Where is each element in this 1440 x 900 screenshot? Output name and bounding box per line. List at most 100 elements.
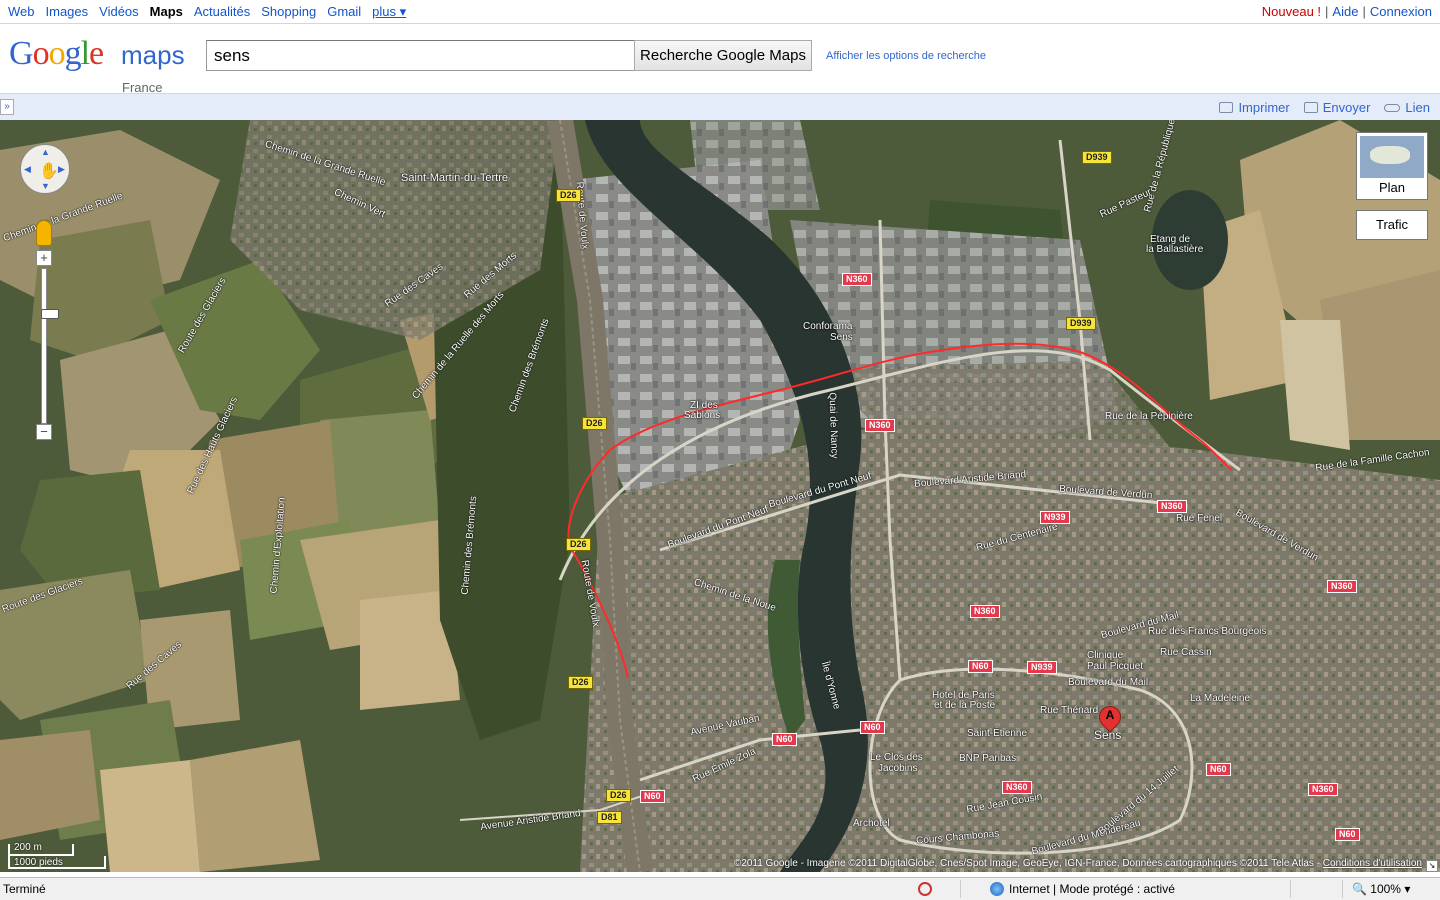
- envelope-icon: [1303, 102, 1318, 113]
- overview-toggle-icon[interactable]: ↘: [1426, 860, 1438, 872]
- place-label-hotel2: et de la Poste: [934, 700, 996, 711]
- nav-more[interactable]: plus ▾: [372, 4, 406, 20]
- zoom-level-button[interactable]: 🔍 100% ▾: [1352, 882, 1410, 896]
- marker-letter: A: [1105, 708, 1115, 722]
- top-nav: Web Images Vidéos Maps Actualités Shoppi…: [0, 0, 1440, 24]
- place-label-ballastiere: la Ballastière: [1146, 244, 1204, 255]
- place-label-paul-picquet: Paul Picquet: [1087, 661, 1144, 672]
- pan-down-icon[interactable]: ▼: [41, 181, 50, 191]
- separator: |: [1325, 4, 1329, 19]
- map-copyright: ©2011 Google - Imagerie ©2011 DigitalGlo…: [734, 858, 1422, 869]
- place-label-archotel: Archotel: [853, 818, 890, 829]
- street-label: Rue de la Pépinière: [1105, 411, 1193, 422]
- search-input[interactable]: sens: [206, 40, 636, 71]
- route-shield-n60: N60: [860, 721, 885, 734]
- street-label: Rue des Francs Bourgeois: [1148, 626, 1267, 637]
- place-label-conforama: Conforama: [803, 321, 853, 332]
- zone-label: Internet | Mode protégé : activé: [1009, 882, 1175, 896]
- copyright-text: ©2011 Google - Imagerie ©2011 DigitalGlo…: [733, 858, 1323, 869]
- nav-images[interactable]: Images: [46, 4, 89, 20]
- nav-web[interactable]: Web: [8, 4, 35, 20]
- zoom-out-button[interactable]: −: [36, 424, 52, 440]
- pan-control[interactable]: ▲ ▼ ◀ ▶ ✋: [20, 144, 70, 194]
- route-shield-n360: N360: [1002, 781, 1032, 794]
- search-button[interactable]: Recherche Google Maps: [634, 40, 812, 71]
- route-shield-d81: D81: [597, 811, 622, 824]
- map-type-label: Plan: [1378, 180, 1406, 195]
- zoom-slider[interactable]: [41, 268, 59, 424]
- route-shield-d26: D26: [606, 789, 631, 802]
- map-type-button[interactable]: Plan: [1356, 132, 1428, 200]
- route-shield-d26: D26: [568, 676, 593, 689]
- browser-status-bar: Terminé Internet | Mode protégé : activé…: [0, 877, 1440, 900]
- collapse-panel-button[interactable]: »: [0, 99, 14, 115]
- place-label-saint-martin: Saint-Martin-du-Tertre: [401, 172, 508, 184]
- zoom-control: + −: [36, 250, 59, 442]
- print-button[interactable]: Imprimer: [1219, 100, 1290, 115]
- place-label-jacobins: Jacobins: [878, 763, 918, 774]
- route-shield-d26: D26: [566, 538, 591, 551]
- pan-right-icon[interactable]: ▶: [58, 164, 65, 175]
- zoom-level: 100%: [1370, 882, 1401, 896]
- street-label: Rue Thénard: [1040, 705, 1099, 716]
- route-shield-n360: N360: [1157, 500, 1187, 513]
- nav-shopping[interactable]: Shopping: [261, 4, 316, 20]
- route-shield-n360: N360: [865, 419, 895, 432]
- result-marker[interactable]: A: [1094, 701, 1126, 734]
- place-label-sablons: Sablons: [684, 410, 721, 421]
- route-shield-n360: N360: [970, 605, 1000, 618]
- privacy-shield-icon[interactable]: [918, 882, 932, 896]
- google-maps-logo[interactable]: Google maps France: [9, 35, 189, 95]
- route-shield-n360: N360: [1308, 783, 1338, 796]
- new-link[interactable]: Nouveau !: [1262, 4, 1321, 19]
- route-shield-n60: N60: [772, 733, 797, 746]
- printer-icon: [1219, 102, 1234, 113]
- pan-left-icon[interactable]: ◀: [24, 164, 31, 175]
- login-link[interactable]: Connexion: [1370, 4, 1432, 19]
- zoom-slider-knob[interactable]: [41, 309, 59, 319]
- place-label-clinique: Clinique: [1087, 650, 1124, 661]
- zoom-in-button[interactable]: +: [36, 250, 52, 266]
- search-options-link[interactable]: Afficher les options de recherche: [826, 50, 986, 62]
- nav-news[interactable]: Actualités: [194, 4, 250, 20]
- send-label: Envoyer: [1322, 100, 1371, 115]
- street-label: Boulevard du Mail: [1068, 677, 1149, 688]
- street-label: Rue Fenel: [1176, 513, 1223, 524]
- place-label-bnp: BNP Paribas: [959, 753, 1017, 764]
- pan-up-icon[interactable]: ▲: [41, 147, 50, 157]
- top-nav-account: Nouveau ! | Aide | Connexion: [1262, 4, 1432, 19]
- header: Google maps France sens Recherche Google…: [0, 25, 1440, 95]
- send-button[interactable]: Envoyer: [1303, 100, 1371, 115]
- google-wordmark: Google: [9, 35, 104, 72]
- nav-videos[interactable]: Vidéos: [99, 4, 139, 20]
- route-shield-d26: D26: [556, 189, 581, 202]
- street-label: Rue Cassin: [1160, 647, 1212, 658]
- chain-link-icon: [1384, 103, 1401, 112]
- map-scale: 200 m 1000 pieds: [8, 842, 108, 870]
- terms-link[interactable]: Conditions d'utilisation: [1323, 858, 1422, 869]
- route-shield-d26: D26: [582, 417, 607, 430]
- place-label-madeleine: La Madeleine: [1190, 693, 1251, 704]
- print-label: Imprimer: [1238, 100, 1290, 115]
- map-toolbar: » Imprimer Envoyer Lien: [0, 93, 1440, 120]
- nav-gmail[interactable]: Gmail: [327, 4, 361, 20]
- street-view-pegman-icon[interactable]: [36, 220, 52, 246]
- route-shield-n60: N60: [640, 790, 665, 803]
- link-label: Lien: [1405, 100, 1430, 115]
- top-nav-links: Web Images Vidéos Maps Actualités Shoppi…: [8, 4, 406, 20]
- security-zone[interactable]: Internet | Mode protégé : activé: [990, 882, 1175, 896]
- hand-icon: ✋: [39, 163, 59, 180]
- route-shield-n60: N60: [968, 660, 993, 673]
- route-shield-d939: D939: [1066, 317, 1096, 330]
- street-label: Quai de Nancy: [826, 392, 840, 459]
- traffic-button[interactable]: Trafic: [1356, 210, 1428, 240]
- satellite-map[interactable]: Saint-Martin-du-Tertre Conforama Sens ZI…: [0, 120, 1440, 872]
- link-button[interactable]: Lien: [1384, 100, 1430, 115]
- place-label-conforama-sens: Sens: [830, 332, 853, 343]
- status-text: Terminé: [3, 882, 46, 896]
- help-link[interactable]: Aide: [1332, 4, 1358, 19]
- separator: |: [1362, 4, 1366, 19]
- map-thumbnail: [1360, 136, 1424, 178]
- route-shield-n939: N939: [1040, 511, 1070, 524]
- place-label-saint-etienne: Saint-Étienne: [967, 728, 1028, 739]
